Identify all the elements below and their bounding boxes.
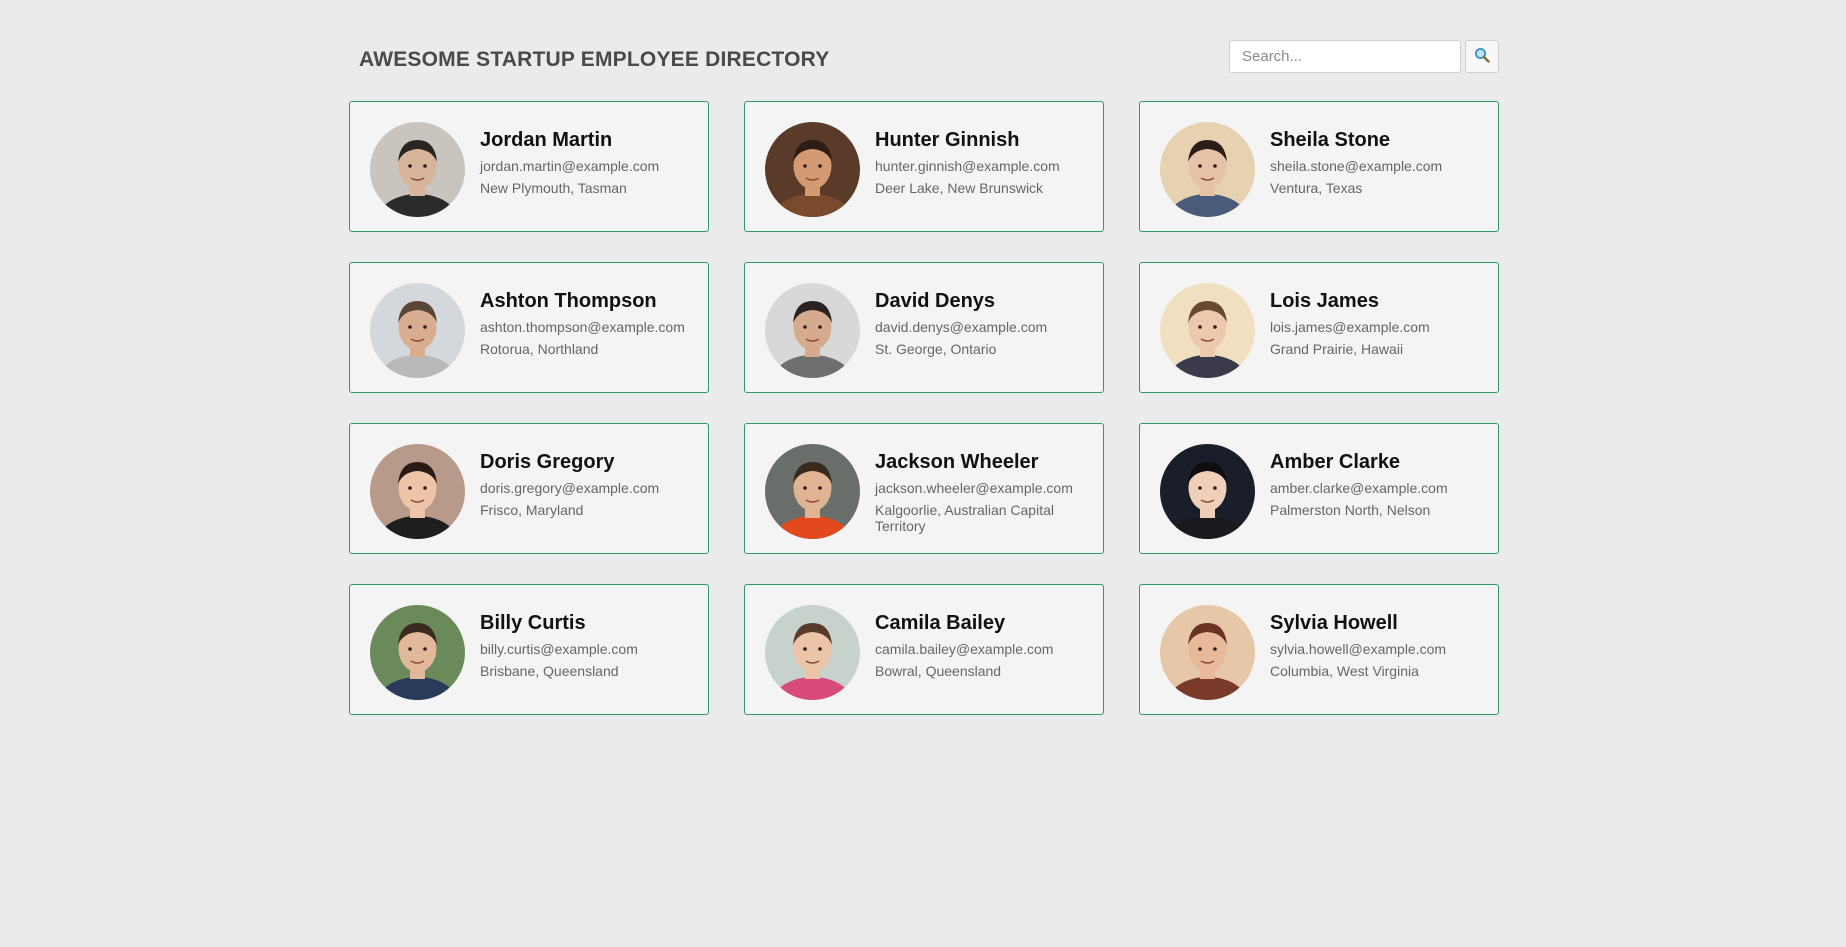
employee-avatar: [370, 122, 465, 217]
employee-email: sheila.stone@example.com: [1270, 158, 1443, 174]
employee-location: New Plymouth, Tasman: [480, 180, 627, 196]
employee-name: Lois James: [1270, 290, 1379, 312]
employee-email: lois.james@example.com: [1270, 319, 1430, 335]
employee-location: Grand Prairie, Hawaii: [1270, 341, 1404, 357]
employee-email: billy.curtis@example.com: [480, 641, 638, 657]
employee-gallery: Jordan Martin jordan.martin@example.com Ne…: [349, 101, 1499, 715]
employee-email: david.denys@example.com: [875, 319, 1048, 335]
employee-name: Doris Gregory: [480, 451, 615, 473]
employee-location: Brisbane, Queensland: [480, 663, 619, 679]
employee-info: Lois James lois.james@example.com Grand Pr…: [1270, 290, 1490, 357]
employee-avatar: [1160, 283, 1255, 378]
employee-name: Sheila Stone: [1270, 129, 1391, 151]
employee-name: Billy Curtis: [480, 612, 586, 634]
employee-location: Columbia, West Virginia: [1270, 663, 1419, 679]
employee-avatar: [1160, 605, 1255, 700]
employee-avatar: [765, 605, 860, 700]
employee-avatar: [370, 605, 465, 700]
search-input[interactable]: [1229, 40, 1461, 73]
employee-card[interactable]: Sylvia Howell sylvia.howell@example.com Co…: [1139, 584, 1499, 715]
employee-card[interactable]: Sheila Stone sheila.stone@example.com Vent…: [1139, 101, 1499, 232]
employee-avatar: [1160, 122, 1255, 217]
employee-card[interactable]: Billy Curtis billy.curtis@example.com Bris…: [349, 584, 709, 715]
employee-card[interactable]: Doris Gregory doris.gregory@example.com Fr…: [349, 423, 709, 554]
employee-info: Ashton Thompson ashton.thompson@example.c…: [480, 290, 700, 357]
employee-location: Palmerston North, Nelson: [1270, 502, 1431, 518]
employee-name: Amber Clarke: [1270, 451, 1401, 473]
employee-card[interactable]: Hunter Ginnish hunter.ginnish@example.com…: [744, 101, 1104, 232]
employee-info: Sylvia Howell sylvia.howell@example.com Co…: [1270, 612, 1490, 679]
employee-avatar: [1160, 444, 1255, 539]
employee-card[interactable]: Ashton Thompson ashton.thompson@example.c…: [349, 262, 709, 393]
employee-name: Jordan Martin: [480, 129, 613, 151]
header: AWESOME STARTUP EMPLOYEE DIRECTORY: [349, 40, 1499, 80]
employee-email: camila.bailey@example.com: [875, 641, 1054, 657]
employee-avatar: [765, 122, 860, 217]
employee-name: Camila Bailey: [875, 612, 1006, 634]
employee-card[interactable]: Jackson Wheeler jackson.wheeler@example.c…: [744, 423, 1104, 554]
employee-email: jordan.martin@example.com: [480, 158, 660, 174]
employee-info: Camila Bailey camila.bailey@example.com Bo…: [875, 612, 1095, 679]
employee-email: sylvia.howell@example.com: [1270, 641, 1447, 657]
employee-avatar: [370, 283, 465, 378]
employee-email: hunter.ginnish@example.com: [875, 158, 1060, 174]
page: AWESOME STARTUP EMPLOYEE DIRECTORY Jorda…: [0, 0, 1846, 947]
employee-info: Sheila Stone sheila.stone@example.com Vent…: [1270, 129, 1490, 196]
employee-location: Ventura, Texas: [1270, 180, 1363, 196]
employee-email: amber.clarke@example.com: [1270, 480, 1448, 496]
employee-name: Hunter Ginnish: [875, 129, 1020, 151]
employee-card[interactable]: Jordan Martin jordan.martin@example.com Ne…: [349, 101, 709, 232]
employee-location: Bowral, Queensland: [875, 663, 1002, 679]
employee-card[interactable]: David Denys david.denys@example.com St. Ge…: [744, 262, 1104, 393]
employee-name: Ashton Thompson: [480, 290, 657, 312]
employee-name: Sylvia Howell: [1270, 612, 1398, 634]
employee-avatar: [765, 283, 860, 378]
employee-email: doris.gregory@example.com: [480, 480, 660, 496]
employee-avatar: [370, 444, 465, 539]
employee-email: ashton.thompson@example.com: [480, 319, 685, 335]
employee-location: Rotorua, Northland: [480, 341, 599, 357]
employee-info: Billy Curtis billy.curtis@example.com Bris…: [480, 612, 700, 679]
employee-avatar: [765, 444, 860, 539]
page-title: AWESOME STARTUP EMPLOYEE DIRECTORY: [359, 48, 830, 71]
employee-name: Jackson Wheeler: [875, 451, 1039, 473]
employee-card[interactable]: Lois James lois.james@example.com Grand Pr…: [1139, 262, 1499, 393]
magnifying-glass-icon: [1474, 47, 1490, 66]
search-form: [1229, 40, 1499, 73]
employee-info: Doris Gregory doris.gregory@example.com Fr…: [480, 451, 700, 518]
employee-info: David Denys david.denys@example.com St. Ge…: [875, 290, 1095, 357]
employee-info: Jackson Wheeler jackson.wheeler@example.c…: [875, 451, 1095, 534]
employee-location: Kalgoorlie, Australian Capital Territory: [875, 502, 1054, 534]
employee-email: jackson.wheeler@example.com: [875, 480, 1073, 496]
employee-info: Jordan Martin jordan.martin@example.com Ne…: [480, 129, 700, 196]
employee-info: Amber Clarke amber.clarke@example.com Palm…: [1270, 451, 1490, 518]
search-button[interactable]: [1465, 40, 1499, 73]
employee-location: Frisco, Maryland: [480, 502, 584, 518]
employee-card[interactable]: Camila Bailey camila.bailey@example.com Bo…: [744, 584, 1104, 715]
employee-location: St. George, Ontario: [875, 341, 997, 357]
employee-location: Deer Lake, New Brunswick: [875, 180, 1044, 196]
employee-card[interactable]: Amber Clarke amber.clarke@example.com Palm…: [1139, 423, 1499, 554]
employee-info: Hunter Ginnish hunter.ginnish@example.com…: [875, 129, 1095, 196]
employee-name: David Denys: [875, 290, 996, 312]
